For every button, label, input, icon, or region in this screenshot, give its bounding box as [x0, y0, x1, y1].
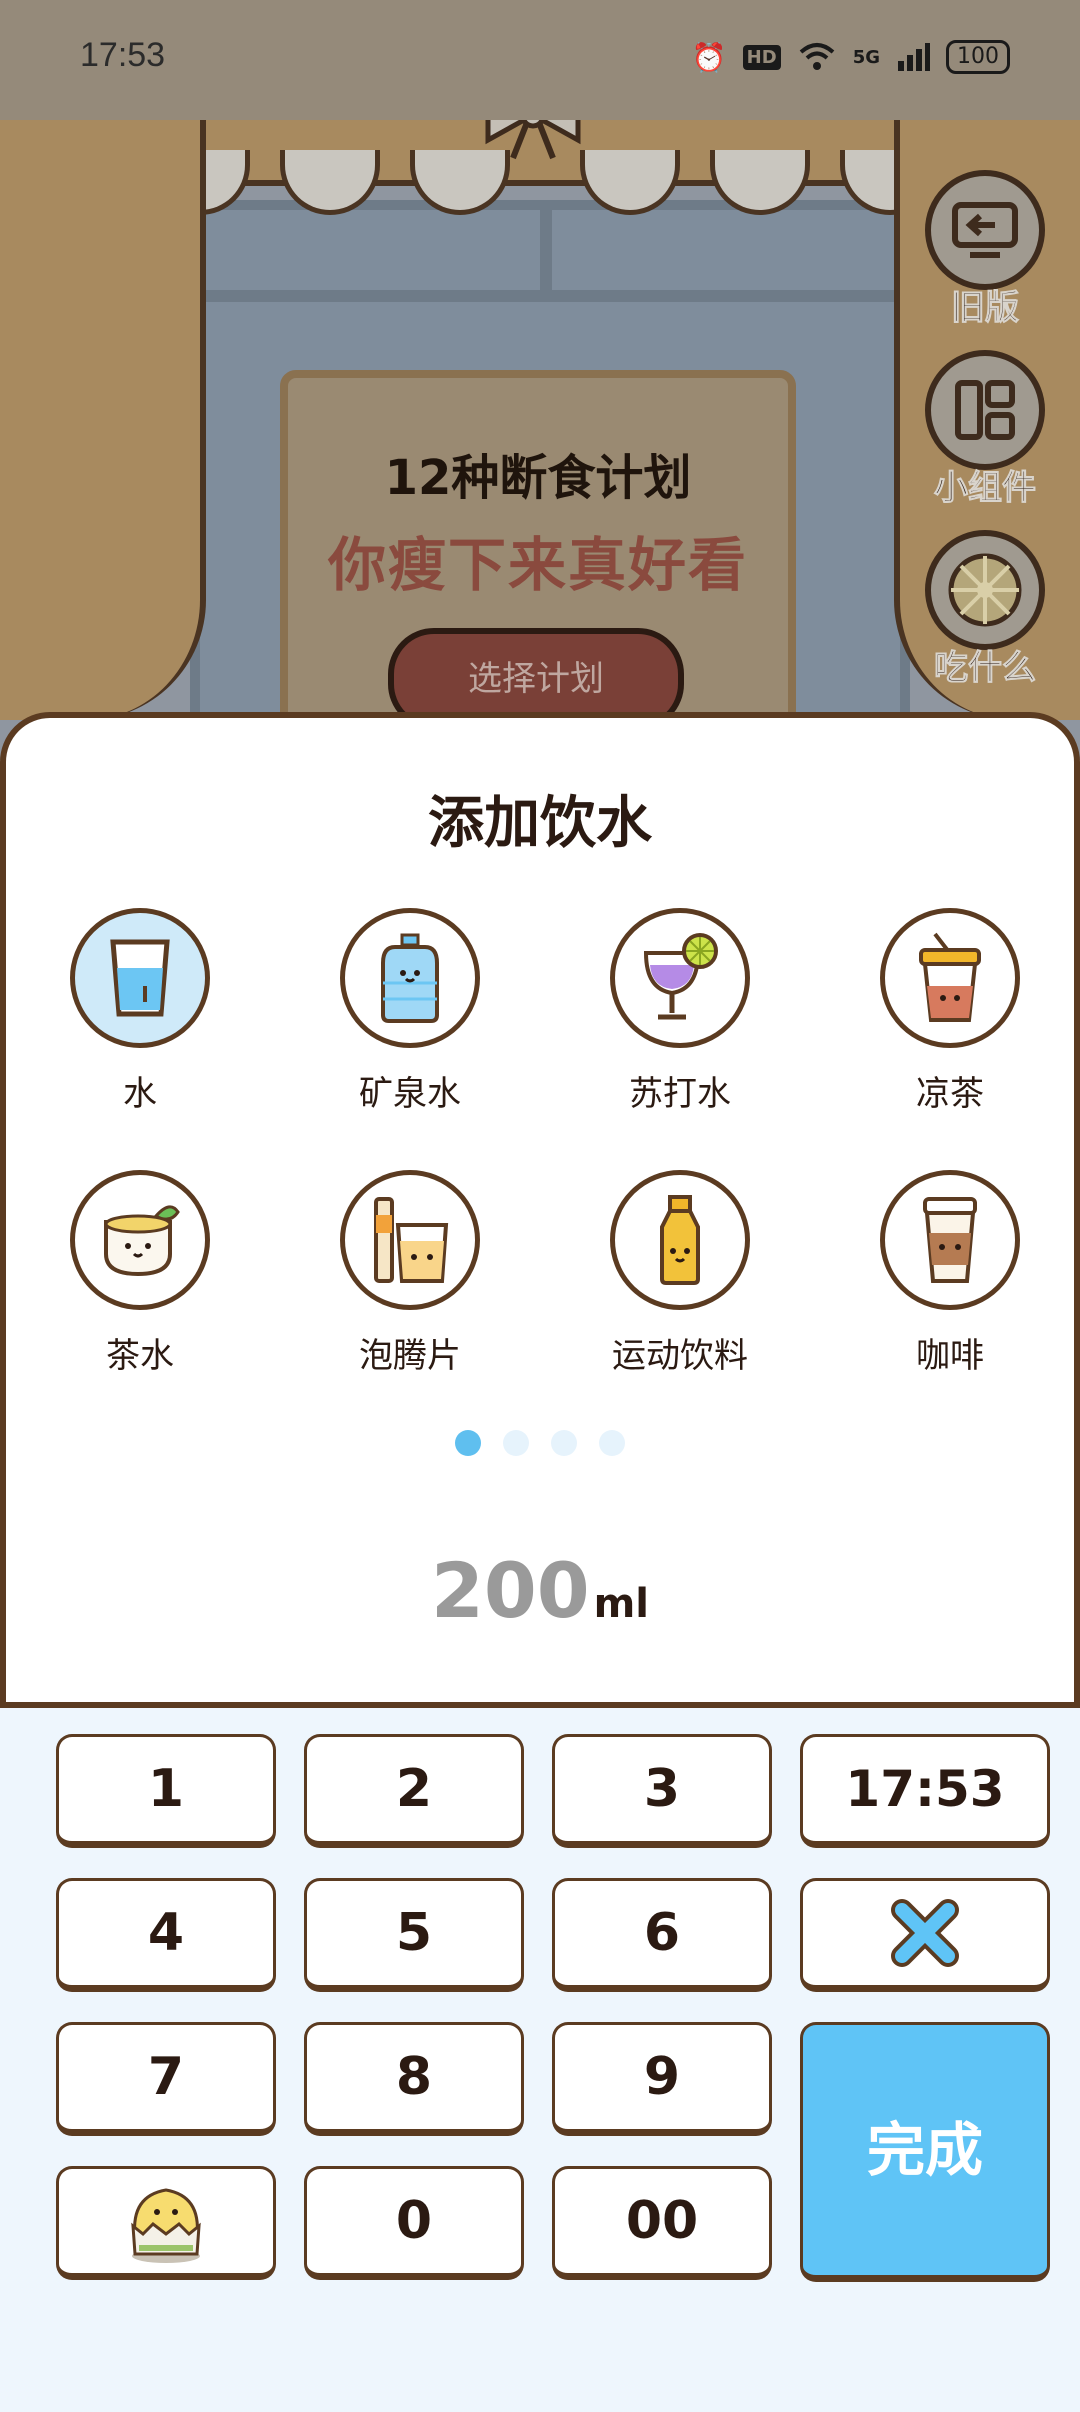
- drink-label: 泡腾片: [359, 1336, 461, 1376]
- number-keypad: 1 2 3 17:53 4 5 6 7 8 9 完成 0 00: [0, 1708, 1080, 2412]
- drink-label: 凉茶: [916, 1074, 984, 1114]
- chick-mascot-icon: [131, 2188, 201, 2263]
- coffee-cup-icon: [880, 1170, 1020, 1310]
- drink-effervescent[interactable]: 泡腾片: [300, 1170, 520, 1377]
- fasting-poster: 12种断食计划 你瘦下来真好看 选择计划: [280, 370, 796, 760]
- amount-unit: ml: [593, 1581, 650, 1627]
- water-glass-icon: [70, 908, 210, 1048]
- amount-display: 200 ml: [6, 1546, 1074, 1635]
- widget-grid-icon: [925, 350, 1045, 470]
- key-6[interactable]: 6: [552, 1878, 772, 1992]
- poster-subtitle: 你瘦下来真好看: [327, 531, 748, 599]
- old-version-button[interactable]: 旧版: [920, 170, 1050, 329]
- done-button[interactable]: 完成: [800, 2022, 1050, 2282]
- mascot-key[interactable]: [56, 2166, 276, 2280]
- drink-herbal-tea[interactable]: 凉茶: [840, 908, 1060, 1115]
- delete-key[interactable]: [800, 1878, 1050, 1992]
- effervescent-icon: [340, 1170, 480, 1310]
- page-dot[interactable]: [599, 1430, 625, 1456]
- drink-label: 运动饮料: [612, 1336, 748, 1376]
- hd-badge: HD: [742, 44, 781, 70]
- signal-icon: [898, 43, 930, 71]
- key-0[interactable]: 0: [304, 2166, 524, 2280]
- sheet-title: 添加饮水: [428, 791, 652, 856]
- key-9[interactable]: 9: [552, 2022, 772, 2136]
- drink-label: 苏打水: [629, 1074, 731, 1114]
- drink-label: 矿泉水: [359, 1074, 461, 1114]
- drink-label: 水: [123, 1074, 157, 1114]
- background-scene: 17:53 ⏰ HD 5G 100 12种断食计划 你瘦下来真好看 选择计划 旧…: [0, 0, 1080, 760]
- water-bottle-icon: [340, 908, 480, 1048]
- network-label: 5G: [852, 46, 880, 68]
- key-00[interactable]: 00: [552, 2166, 772, 2280]
- what-to-eat-button[interactable]: 吃什么: [920, 530, 1050, 689]
- key-7[interactable]: 7: [56, 2022, 276, 2136]
- poster-title: 12种断食计划: [384, 450, 692, 506]
- amount-value: 200: [430, 1546, 590, 1635]
- page-dot[interactable]: [551, 1430, 577, 1456]
- key-4[interactable]: 4: [56, 1878, 276, 1992]
- status-bar: 17:53 ⏰ HD 5G 100: [0, 0, 1080, 120]
- battery-indicator: 100: [946, 40, 1010, 74]
- drink-tea[interactable]: 茶水: [30, 1170, 250, 1377]
- key-2[interactable]: 2: [304, 1734, 524, 1848]
- widget-button[interactable]: 小组件: [920, 350, 1050, 509]
- page-dot[interactable]: [503, 1430, 529, 1456]
- tea-cup-icon: [70, 1170, 210, 1310]
- food-wheel-icon: [925, 530, 1045, 650]
- drink-water[interactable]: 水: [30, 908, 250, 1115]
- drink-coffee[interactable]: 咖啡: [840, 1170, 1060, 1377]
- key-1[interactable]: 1: [56, 1734, 276, 1848]
- page-indicator: [6, 1430, 1074, 1456]
- screen: 17:53 ⏰ HD 5G 100 12种断食计划 你瘦下来真好看 选择计划 旧…: [0, 0, 1080, 2412]
- drink-sports-drink[interactable]: 运动饮料: [570, 1170, 790, 1377]
- key-5[interactable]: 5: [304, 1878, 524, 1992]
- delete-x-icon: [891, 1899, 959, 1967]
- key-3[interactable]: 3: [552, 1734, 772, 1848]
- key-8[interactable]: 8: [304, 2022, 524, 2136]
- alarm-icon: ⏰: [691, 40, 727, 74]
- page-dot[interactable]: [455, 1430, 481, 1456]
- iced-tea-icon: [880, 908, 1020, 1048]
- back-screen-icon: [925, 170, 1045, 290]
- time-key[interactable]: 17:53: [800, 1734, 1050, 1848]
- wifi-icon: [799, 43, 835, 70]
- sports-drink-icon: [610, 1170, 750, 1310]
- status-time: 17:53: [80, 36, 166, 74]
- drink-mineral-water[interactable]: 矿泉水: [300, 908, 520, 1115]
- side-label-what-to-eat: 吃什么: [934, 648, 1037, 689]
- add-water-sheet: 添加饮水 水 矿泉水 苏打水 凉茶 茶水 泡腾片 运动饮料 咖啡 200 ml: [0, 712, 1080, 1708]
- soda-glass-icon: [610, 908, 750, 1048]
- side-label-old-version: 旧版: [951, 288, 1020, 329]
- status-icons: ⏰ HD 5G 100: [692, 40, 1010, 74]
- drink-label: 咖啡: [916, 1336, 984, 1376]
- curtain-left: [0, 120, 206, 720]
- side-label-widget: 小组件: [934, 468, 1037, 509]
- drink-label: 茶水: [106, 1336, 174, 1376]
- drink-soda-water[interactable]: 苏打水: [570, 908, 790, 1115]
